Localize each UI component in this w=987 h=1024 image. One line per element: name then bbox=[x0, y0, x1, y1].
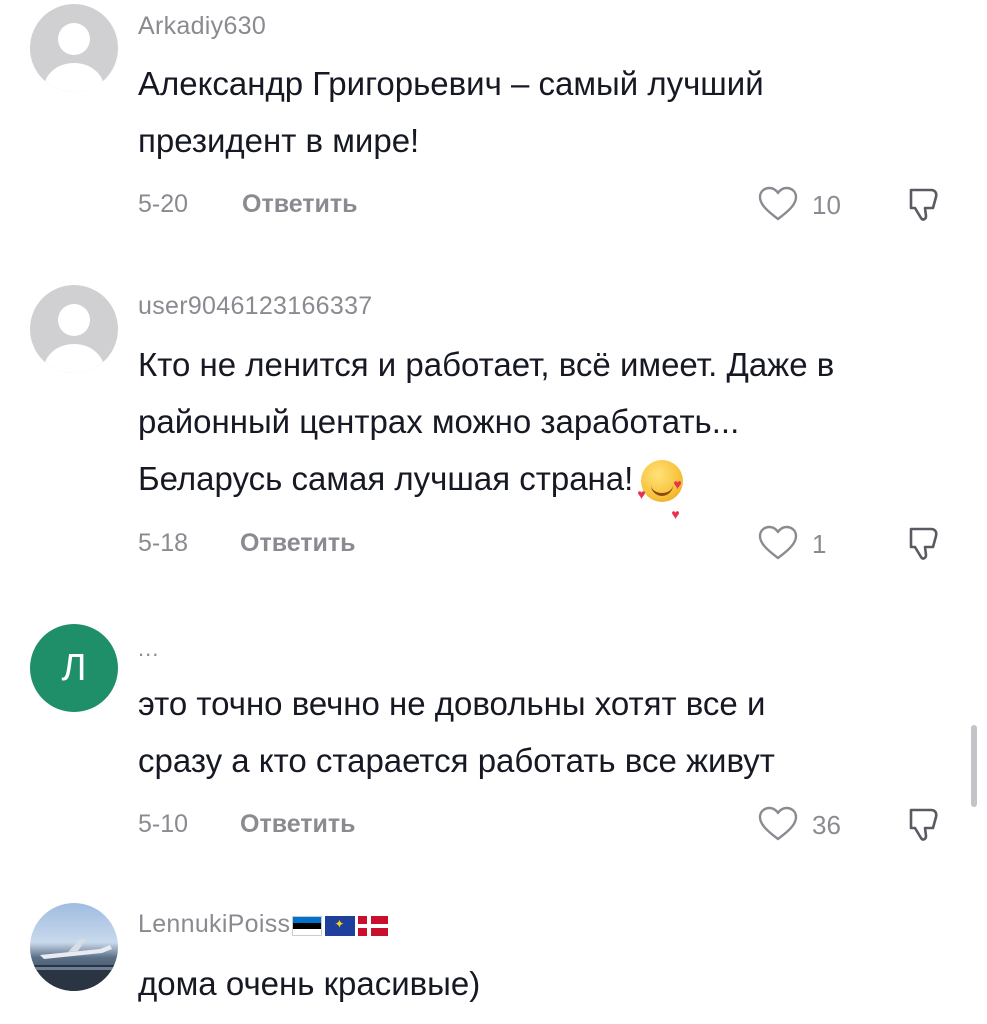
comment-text-line: президент в мире! bbox=[138, 122, 420, 159]
flag-emojis bbox=[292, 911, 391, 940]
avatar-head-shape bbox=[58, 23, 90, 55]
avatar[interactable] bbox=[30, 285, 118, 373]
scrollbar[interactable] bbox=[971, 725, 977, 807]
comment-username[interactable]: user9046123166337 bbox=[138, 292, 372, 321]
european-union-flag-icon bbox=[325, 916, 356, 937]
heart-icon[interactable] bbox=[758, 186, 798, 222]
like-count: 36 bbox=[812, 810, 841, 840]
comment-text-line: дома очень красивые) bbox=[138, 965, 481, 1002]
avatar[interactable]: Л bbox=[30, 624, 118, 712]
avatar-shoulders-shape bbox=[44, 344, 104, 373]
comment-text-line: районный центрах можно заработать... bbox=[138, 403, 740, 440]
estonia-flag-icon bbox=[292, 916, 323, 937]
avatar[interactable] bbox=[30, 903, 118, 991]
airplane-photo-icon bbox=[30, 939, 118, 991]
comment-date: 5-18 bbox=[138, 529, 189, 557]
comment-text: Кто не ленится и работает, всё имеет. Да… bbox=[138, 336, 958, 522]
comment-text-line: Беларусь самая лучшая страна! ♥ ♥ ♥ bbox=[138, 450, 958, 522]
like-count: 1 bbox=[812, 529, 827, 559]
avatar[interactable] bbox=[30, 4, 118, 92]
avatar-head-shape bbox=[58, 304, 90, 336]
denmark-flag-icon bbox=[358, 916, 389, 937]
comment-text: это точно вечно не довольны хотят все и … bbox=[138, 675, 958, 789]
comment-username-text: LennukiPoiss bbox=[138, 910, 291, 938]
avatar-shoulders-shape bbox=[44, 63, 104, 92]
comment-date: 5-20 bbox=[138, 190, 189, 218]
comment-text-segment: Беларусь самая лучшая страна! bbox=[138, 460, 634, 497]
thumbs-down-icon[interactable] bbox=[905, 184, 945, 224]
comment-text-line: сразу а кто старается работать все живут bbox=[138, 742, 775, 779]
heart-icon[interactable] bbox=[758, 806, 798, 842]
reply-button[interactable]: Ответить bbox=[240, 810, 356, 839]
reply-button[interactable]: Ответить bbox=[240, 529, 356, 558]
comment-text-line: Кто не ленится и работает, всё имеет. Да… bbox=[138, 346, 835, 383]
comment-username[interactable]: Arkadiy630 bbox=[138, 12, 266, 41]
thumbs-down-icon[interactable] bbox=[905, 523, 945, 563]
thumbs-down-icon[interactable] bbox=[905, 804, 945, 844]
comment-text-line: это точно вечно не довольны хотят все и bbox=[138, 685, 766, 722]
reply-button[interactable]: Ответить bbox=[242, 190, 358, 219]
comment-username[interactable]: ... bbox=[138, 636, 159, 662]
like-count: 10 bbox=[812, 190, 841, 220]
heart-icon[interactable] bbox=[758, 525, 798, 561]
comment-text-line: Александр Григорьевич – самый лучший bbox=[138, 65, 764, 102]
comment-text: Александр Григорьевич – самый лучший пре… bbox=[138, 55, 958, 169]
comment-username[interactable]: LennukiPoiss bbox=[138, 910, 391, 940]
smiling-face-with-hearts-icon: ♥ ♥ ♥ bbox=[637, 460, 684, 522]
comment-date: 5-10 bbox=[138, 810, 189, 838]
comment-text: дома очень красивые) bbox=[138, 955, 958, 1012]
